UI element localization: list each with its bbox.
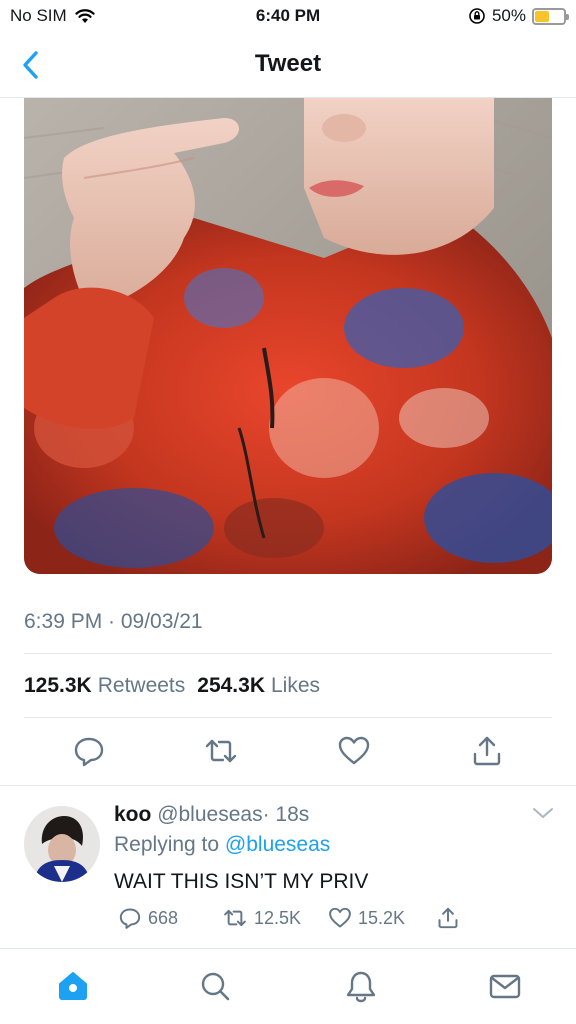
reply-like-count: 15.2K bbox=[358, 907, 406, 928]
reply-button[interactable] bbox=[72, 734, 106, 768]
tab-messages[interactable] bbox=[488, 969, 522, 1003]
home-icon bbox=[59, 972, 87, 1000]
share-icon bbox=[438, 907, 458, 929]
like-icon bbox=[338, 736, 370, 765]
status-right: 50% bbox=[468, 6, 569, 26]
reply-text: WAIT THIS ISN’T MY PRIV bbox=[114, 870, 369, 893]
reply-reply-button[interactable]: 668 bbox=[118, 906, 178, 930]
search-icon bbox=[201, 972, 230, 1001]
chevron-down-icon bbox=[533, 808, 553, 818]
like-icon bbox=[329, 907, 351, 928]
reply-time: · 18s bbox=[262, 803, 310, 826]
like-button[interactable] bbox=[337, 734, 371, 768]
replying-prefix: Replying to bbox=[114, 833, 220, 856]
section-divider bbox=[0, 785, 576, 786]
divider bbox=[24, 717, 552, 718]
reply-author-name[interactable]: koo bbox=[114, 803, 151, 826]
notifications-icon bbox=[346, 971, 376, 1003]
reply-icon bbox=[119, 908, 141, 929]
likes-label: Likes bbox=[270, 674, 321, 697]
reply-author-handle[interactable]: @blueseas bbox=[157, 803, 262, 826]
tab-search[interactable] bbox=[198, 969, 232, 1003]
reply-icon bbox=[74, 737, 104, 767]
orientation-lock-icon bbox=[469, 8, 485, 24]
battery-level bbox=[535, 10, 549, 22]
retweet-icon bbox=[224, 909, 246, 927]
reply-retweet-count: 12.5K bbox=[254, 907, 302, 928]
page-title: Tweet bbox=[254, 50, 322, 77]
likes-stat[interactable]: 254.3K Likes bbox=[197, 674, 326, 698]
reply-header: koo @blueseas· 18s bbox=[114, 803, 309, 827]
replying-to: Replying to @blueseas bbox=[114, 833, 330, 857]
nav-bar: Tweet bbox=[0, 32, 576, 98]
reply-menu-button[interactable] bbox=[532, 806, 554, 820]
tweet-photo[interactable] bbox=[24, 98, 552, 574]
likes-count: 254.3K bbox=[197, 674, 265, 697]
battery-icon bbox=[532, 7, 569, 25]
retweets-label: Retweets bbox=[97, 674, 186, 697]
tweet-actions bbox=[0, 734, 576, 770]
tweet-stats: 125.3K Retweets 254.3K Likes bbox=[24, 674, 326, 698]
reply-like-button[interactable]: 15.2K bbox=[328, 906, 405, 930]
share-button[interactable] bbox=[470, 734, 504, 768]
tab-notifications[interactable] bbox=[344, 969, 378, 1003]
tweet-timestamp: 6:39 PM · 09/03/21 bbox=[24, 610, 203, 633]
reply-reply-count: 668 bbox=[148, 907, 179, 928]
share-icon bbox=[473, 736, 501, 766]
replying-mention[interactable]: @blueseas bbox=[225, 833, 330, 856]
tab-bar bbox=[0, 948, 576, 1024]
avatar[interactable] bbox=[24, 806, 100, 882]
divider bbox=[24, 653, 552, 654]
retweet-button[interactable] bbox=[204, 734, 238, 768]
battery-percent: 50% bbox=[491, 6, 526, 25]
tab-home[interactable] bbox=[56, 969, 90, 1003]
reply-retweet-button[interactable]: 12.5K bbox=[222, 906, 301, 930]
status-bar: No SIM 6:40 PM 50% bbox=[0, 0, 576, 32]
retweet-icon bbox=[205, 739, 237, 763]
messages-icon bbox=[489, 974, 521, 999]
retweets-count: 125.3K bbox=[24, 674, 92, 697]
retweets-stat[interactable]: 125.3K Retweets bbox=[24, 674, 191, 698]
reply-actions: 668 12.5K 15.2K bbox=[0, 906, 576, 936]
reply-share-button[interactable] bbox=[436, 906, 460, 930]
